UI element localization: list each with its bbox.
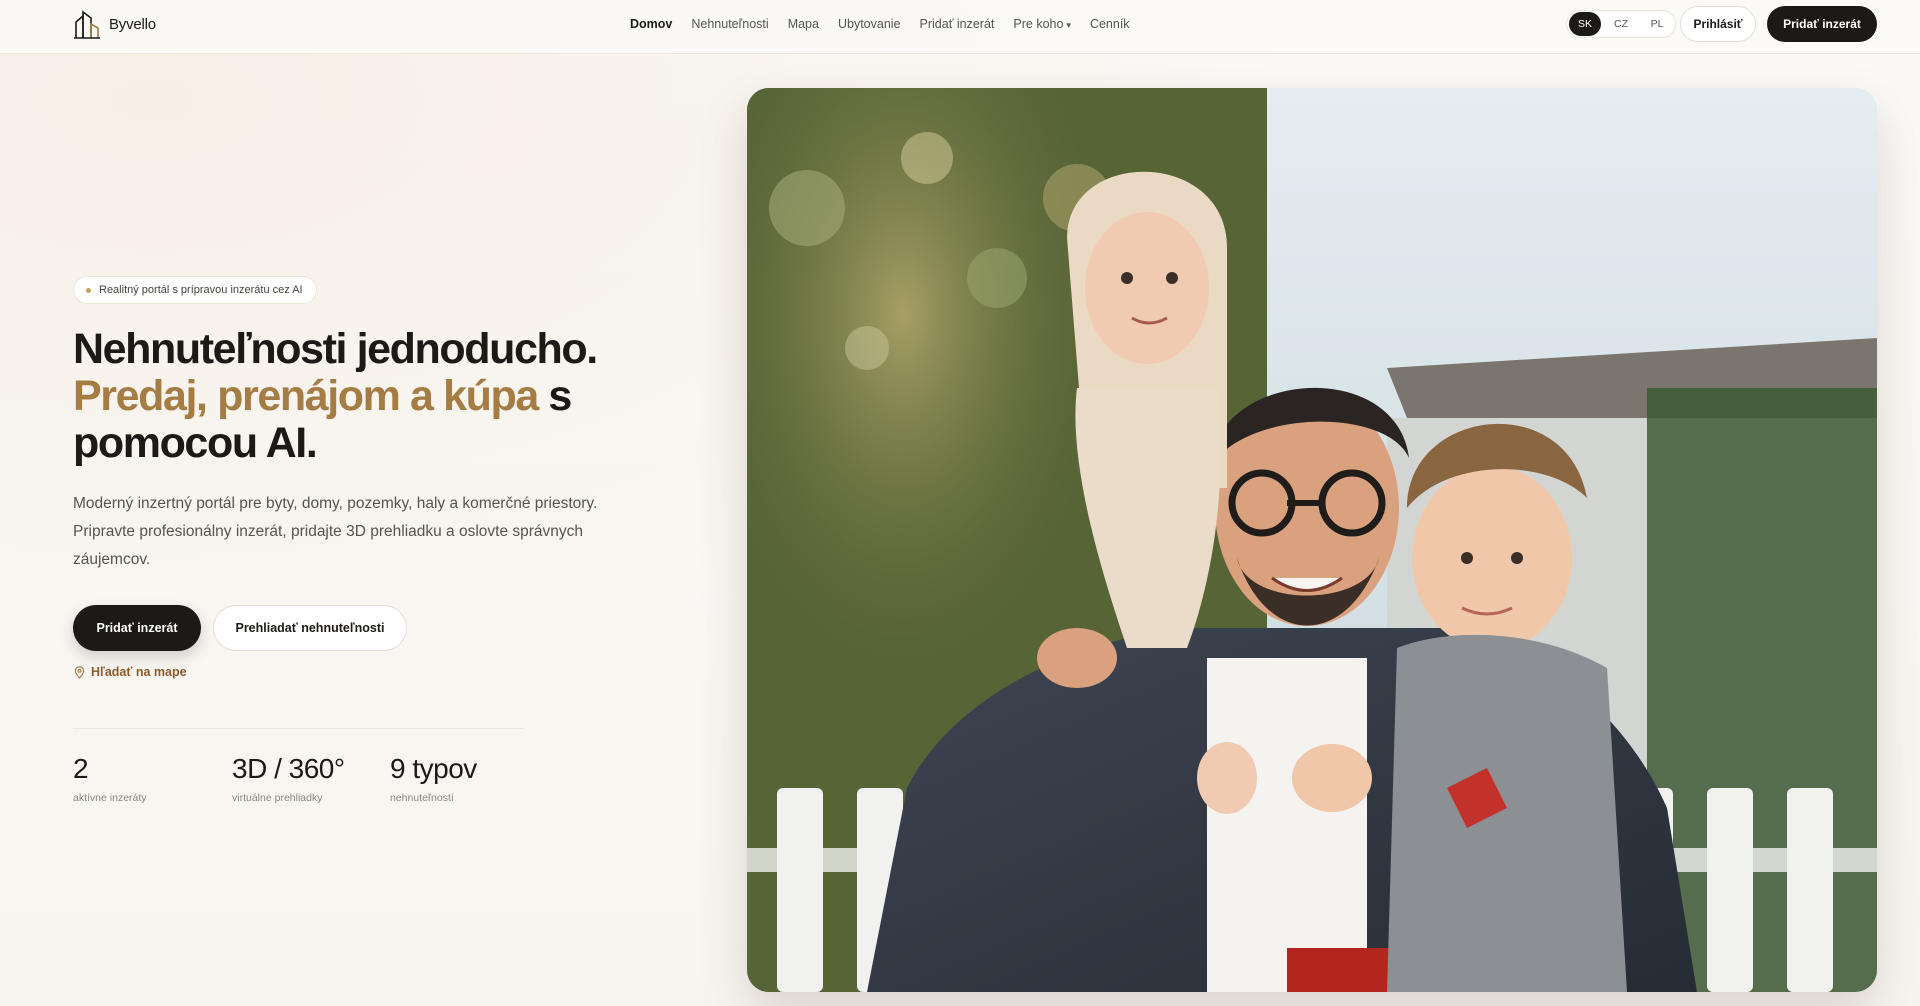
stat-virtual-tours: 3D / 360° virtuálne prehliadky xyxy=(232,752,345,804)
stat-value: 2 xyxy=(73,753,89,784)
chevron-down-icon: ▾ xyxy=(1066,20,1071,30)
nav-link-home[interactable]: Domov xyxy=(630,17,672,31)
search-on-map-link[interactable]: Hľadať na mape xyxy=(74,665,187,679)
language-switcher: SK CZ PL xyxy=(1566,10,1676,38)
stat-label: aktívne inzeráty xyxy=(73,792,147,804)
main-menu: Domov Nehnuteľnosti Mapa Ubytovanie Prid… xyxy=(630,0,1130,48)
nav-link-accommodation[interactable]: Ubytovanie xyxy=(838,17,901,31)
map-pin-icon xyxy=(74,665,85,679)
nav-link-properties[interactable]: Nehnuteľnosti xyxy=(691,17,768,31)
headline-line-3: pomocou AI. xyxy=(73,419,318,467)
headline-line-1: Nehnuteľnosti jednoducho. xyxy=(73,325,598,373)
browse-properties-button[interactable]: Prehliadať nehnuteľnosti xyxy=(213,605,407,651)
stats-divider xyxy=(73,728,523,729)
headline-accent: Predaj, prenájom a kúpa xyxy=(73,372,539,420)
hero-headline: Nehnuteľnosti jednoducho. Predaj, prenáj… xyxy=(73,326,673,467)
add-listing-button[interactable]: Pridať inzerát xyxy=(73,605,201,651)
building-logo-icon xyxy=(74,10,100,39)
brand-logo[interactable]: Byvello xyxy=(73,8,156,40)
hero-description: Moderný inzertný portál pre byty, domy, … xyxy=(73,495,598,568)
language-option-pl[interactable]: PL xyxy=(1641,12,1673,36)
nav-link-pricing[interactable]: Cenník xyxy=(1090,17,1130,31)
stat-value: 3D / 360° xyxy=(232,753,345,784)
headline-after-accent: s xyxy=(537,372,572,420)
search-on-map-label: Hľadať na mape xyxy=(91,665,187,679)
nav-link-for-whom[interactable]: Pre koho ▾ xyxy=(1013,17,1071,31)
nav-link-map[interactable]: Mapa xyxy=(788,17,819,31)
hero-family-photo xyxy=(747,88,1877,992)
add-listing-nav-button[interactable]: Pridať inzerát xyxy=(1767,6,1877,42)
nav-link-add-listing[interactable]: Pridať inzerát xyxy=(920,17,995,31)
stat-property-types: 9 typov nehnuteľností xyxy=(390,752,477,804)
top-navigation: Byvello Domov Nehnuteľnosti Mapa Ubytova… xyxy=(0,0,1920,54)
nav-link-for-whom-label: Pre koho xyxy=(1013,17,1064,31)
stat-label: nehnuteľností xyxy=(390,792,454,804)
login-button[interactable]: Prihlásiť xyxy=(1680,6,1756,42)
stat-value: 9 typov xyxy=(390,753,477,784)
brand-name: Byvello xyxy=(109,15,156,33)
language-option-cz[interactable]: CZ xyxy=(1605,12,1637,36)
hero-badge: Realitný portál s prípravou inzerátu cez… xyxy=(73,276,317,304)
language-option-sk[interactable]: SK xyxy=(1569,12,1601,36)
dot-icon xyxy=(86,287,91,293)
family-photo-illustration xyxy=(747,88,1877,992)
stat-label: virtuálne prehliadky xyxy=(232,792,323,804)
hero-badge-text: Realitný portál s prípravou inzerátu cez… xyxy=(99,284,303,296)
stat-active-listings: 2 aktívne inzeráty xyxy=(73,752,147,804)
